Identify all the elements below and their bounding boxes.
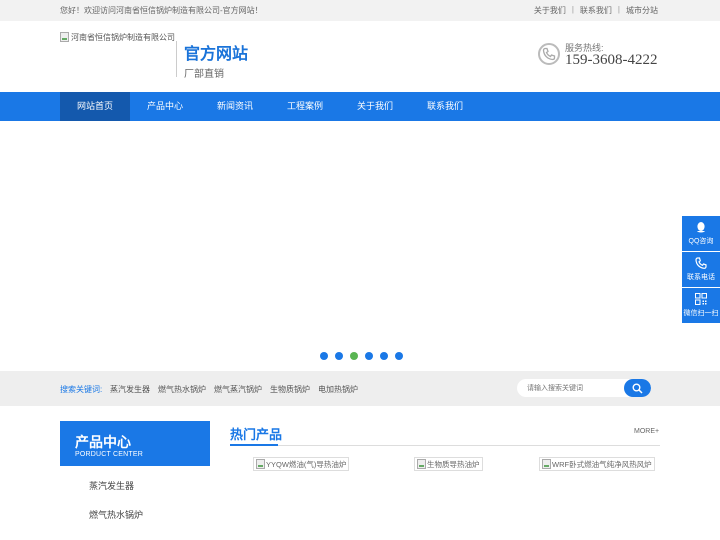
main-nav: 网站首页 产品中心 新闻资讯 工程案例 关于我们 联系我们 [0, 92, 720, 121]
brand-title: 官方网站 [184, 46, 249, 63]
phone-icon [695, 257, 707, 269]
product-alt-text: YYQW燃油(气)导热油炉 [266, 459, 347, 469]
product-alt-text: WRF卧式燃油气纯净风热风炉 [552, 459, 652, 469]
nav-item-about[interactable]: 关于我们 [340, 92, 410, 121]
keywords-label: 搜索关键词: [60, 385, 103, 394]
float-label: 微信扫一扫 [683, 310, 719, 317]
slider-dot[interactable] [350, 352, 358, 360]
hot-products-title: 热门产品 [230, 427, 283, 442]
top-link-contact[interactable]: 联系我们 [580, 5, 612, 16]
broken-image-icon [256, 459, 265, 469]
keyword-link[interactable]: 蒸汽发生器 [110, 384, 150, 395]
floating-contact-bar: QQ咨询 联系电话 微信扫一扫 [682, 216, 720, 324]
logo-image[interactable]: 河南省恒信锅炉制造有限公司-官方网站 [60, 30, 175, 44]
broken-image-icon [542, 459, 551, 469]
nav-item-cases[interactable]: 工程案例 [270, 92, 340, 121]
product-category-list: 蒸汽发生器 燃气热水锅炉 [60, 466, 210, 530]
keyword-link[interactable]: 燃气热水锅炉 [158, 384, 206, 395]
float-label: QQ咨询 [688, 238, 714, 245]
float-label: 联系电话 [687, 274, 715, 281]
site-header: 河南省恒信锅炉制造有限公司-官方网站 官方网站 厂部直销 服务热线: 159-3… [0, 21, 720, 92]
top-link-about[interactable]: 关于我们 [534, 5, 566, 16]
divider: | [617, 5, 620, 14]
slider-dot[interactable] [365, 352, 373, 360]
product-center-title: 产品中心 [75, 434, 131, 450]
phone-contact-button[interactable]: 联系电话 [682, 252, 720, 287]
nav-item-home[interactable]: 网站首页 [60, 92, 130, 121]
keyword-link[interactable]: 燃气蒸汽锅炉 [214, 384, 262, 395]
divider [230, 445, 660, 446]
broken-image-icon [60, 32, 69, 42]
slider-dot[interactable] [395, 352, 403, 360]
search-input[interactable] [517, 379, 625, 397]
slider-dot[interactable] [335, 352, 343, 360]
qrcode-icon [695, 293, 707, 305]
keyword-link[interactable]: 生物质锅炉 [270, 384, 310, 395]
slider-dots [320, 352, 403, 360]
product-center-subtitle: PORDUCT CENTER [75, 451, 144, 458]
top-link-city-sites[interactable]: 城市分站 [626, 5, 658, 16]
nav-item-contact[interactable]: 联系我们 [410, 92, 480, 121]
phone-icon [538, 43, 560, 65]
title-underline [230, 444, 278, 446]
product-center-header: 产品中心 PORDUCT CENTER [60, 421, 210, 466]
product-category-item[interactable]: 蒸汽发生器 [60, 472, 210, 501]
brand-subtitle: 厂部直销 [184, 69, 224, 80]
logo-alt-text: 河南省恒信锅炉制造有限公司-官方网站 [71, 32, 175, 42]
product-image[interactable]: YYQW燃油(气)导热油炉 [253, 457, 350, 471]
banner-slider [0, 121, 720, 371]
keyword-link[interactable]: 电加热锅炉 [318, 384, 358, 395]
qq-consult-button[interactable]: QQ咨询 [682, 216, 720, 251]
nav-item-products[interactable]: 产品中心 [130, 92, 200, 121]
product-alt-text: 生物质导热油炉 [427, 459, 480, 469]
search-bar: 搜索关键词: 蒸汽发生器 燃气热水锅炉 燃气蒸汽锅炉 生物质锅炉 电加热锅炉 [0, 371, 720, 406]
product-category-item[interactable]: 燃气热水锅炉 [60, 501, 210, 530]
top-links: 关于我们 | 联系我们 | 城市分站 [534, 5, 658, 16]
divider [176, 41, 177, 77]
broken-image-icon [417, 459, 426, 469]
keyword-list: 蒸汽发生器 燃气热水锅炉 燃气蒸汽锅炉 生物质锅炉 电加热锅炉 [110, 384, 358, 395]
qq-icon [697, 222, 705, 233]
nav-item-news[interactable]: 新闻资讯 [200, 92, 270, 121]
welcome-text: 您好！欢迎访问河南省恒信锅炉制造有限公司-官方网站！ [60, 6, 263, 15]
product-image[interactable]: 生物质导热油炉 [414, 457, 483, 471]
hotline-number: 159-3608-4222 [565, 52, 658, 68]
search-button[interactable] [624, 379, 651, 397]
product-image[interactable]: WRF卧式燃油气纯净风热风炉 [539, 457, 655, 471]
divider: | [571, 5, 574, 14]
search-icon [632, 383, 643, 394]
search-box [517, 379, 651, 397]
slider-dot[interactable] [380, 352, 388, 360]
slider-dot[interactable] [320, 352, 328, 360]
top-bar: 您好！欢迎访问河南省恒信锅炉制造有限公司-官方网站！ 关于我们 | 联系我们 |… [0, 0, 720, 21]
wechat-scan-button[interactable]: 微信扫一扫 [682, 288, 720, 323]
more-link[interactable]: MORE+ [634, 428, 659, 435]
